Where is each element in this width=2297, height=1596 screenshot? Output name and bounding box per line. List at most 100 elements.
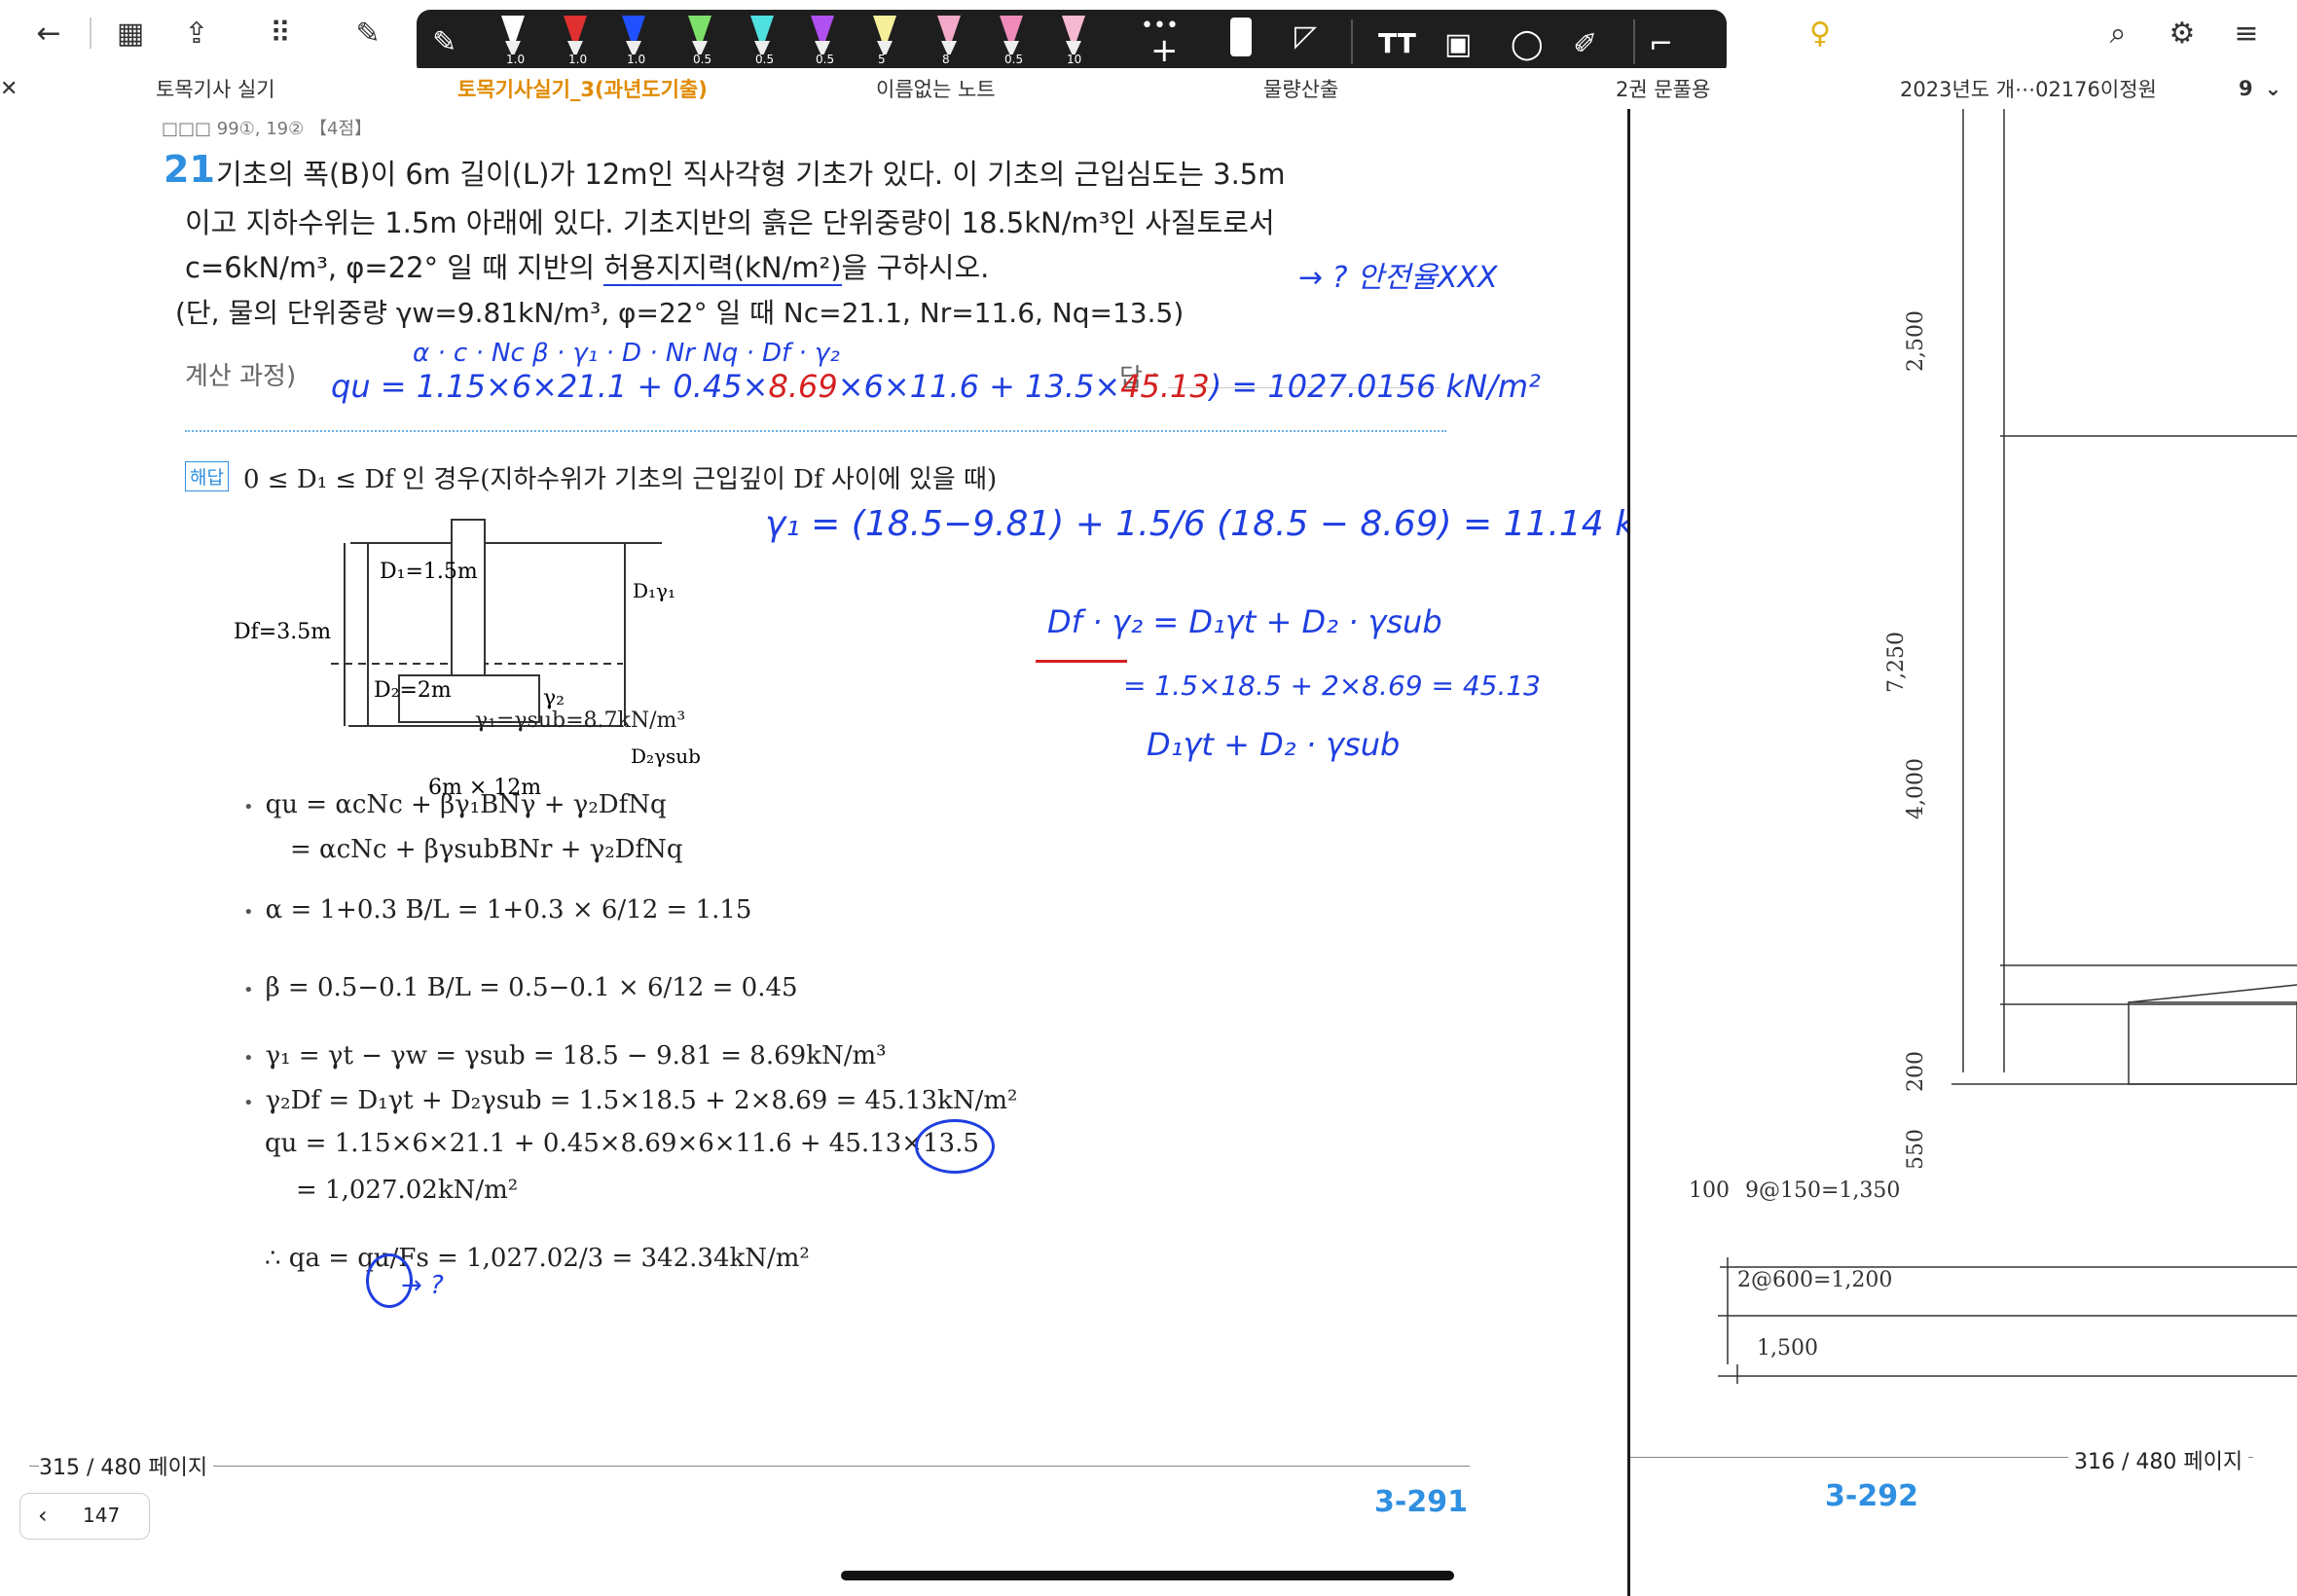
tab-3[interactable]: 물량산출 <box>1263 68 1338 109</box>
question-line-3c: 을 구하시오. <box>841 251 990 284</box>
fig-d2gsub: D₂γsub <box>631 744 701 768</box>
fig-df: Df=3.5m <box>234 620 331 644</box>
formula-qa: ∴ qa = qu/Fs = 1,027.02/3 = 342.34kN/m² <box>265 1244 810 1273</box>
ink-circle-13-5 <box>915 1119 995 1174</box>
tab-label: 토목기사실기_3(과년도기출) <box>457 78 708 101</box>
pen-4[interactable]: 0.5 <box>747 16 777 66</box>
pen-size-label: 5 <box>878 53 886 66</box>
tab-1[interactable]: 토목기사실기_3(과년도기출) <box>457 68 708 109</box>
pen-0[interactable]: 1.0 <box>498 16 528 66</box>
pen-toolbar-divider <box>1633 19 1635 64</box>
apps-icon[interactable]: ⠿ <box>259 14 302 53</box>
grid-view-icon[interactable]: ▦ <box>109 14 152 53</box>
tab-2[interactable]: 이름없는 노트 <box>876 68 996 109</box>
ink-df-line-1: Df · γ₂ = D₁γt + D₂ · γsub <box>1047 603 1442 640</box>
edit-page-icon[interactable]: ✎ <box>346 14 389 53</box>
fig-d1: D₁=1.5m <box>380 560 478 584</box>
formula-gamma2df: γ₂Df = D₁γt + D₂γsub = 1.5×18.5 + 2×8.69… <box>243 1086 1018 1115</box>
question-target: 허용지지력(kN/m²) <box>603 251 842 286</box>
pen-2[interactable]: 1.0 <box>619 16 648 66</box>
tab-overflow-close[interactable]: ✕ <box>0 68 18 109</box>
ink-red-underline <box>1036 660 1127 663</box>
tab-label: 2권 문풀용 <box>1616 78 1711 101</box>
dimension-label: 4,000 <box>1904 758 1928 819</box>
dimension-label: 2,500 <box>1904 310 1928 372</box>
page-number: 3-291 <box>1374 1485 1468 1519</box>
ruler-icon[interactable]: ◸ <box>1294 19 1317 54</box>
search-icon[interactable]: ⌕ <box>2096 14 2139 53</box>
dotted-separator <box>185 430 1446 432</box>
spacing-label: 2@600=1,200 <box>1737 1268 1892 1292</box>
pen-size-label: 0.5 <box>755 53 775 66</box>
share-icon[interactable]: ⇪ <box>175 14 218 53</box>
pen-size-label: 0.5 <box>1004 53 1024 66</box>
ink-qu-red-1: 8.69 <box>768 368 838 405</box>
tab-label: 이름없는 노트 <box>876 78 996 101</box>
pen-size-label: 0.5 <box>816 53 835 66</box>
formula-qu-calc: qu = 1.15×6×21.1 + 0.45×8.69×6×11.6 + 45… <box>265 1129 979 1158</box>
right-page[interactable]: 2,5007,2504,000200550A3D22A5D13S1D13A2D2… <box>1630 109 2297 1596</box>
pen-7[interactable]: 8 <box>934 16 964 66</box>
fig-g2: γ₂ <box>543 686 565 710</box>
pen-9[interactable]: 10 <box>1059 16 1088 66</box>
formula-alpha: α = 1+0.3 B/L = 1+0.3 × 6/12 = 1.15 <box>243 895 752 925</box>
text-tool-icon[interactable]: TT <box>1378 27 1416 59</box>
rebar-drawing: 2,5007,2504,000200550A3D22A5D13S1D13A2D2… <box>1689 109 2297 1384</box>
back-history-button[interactable]: ‹ 147 <box>19 1493 150 1540</box>
shape-tool-icon[interactable]: ⌐ <box>1649 27 1673 61</box>
footing-diagram: D₁=1.5m Df=3.5m D₂=2m 6m × 12m γ₂ D₁γ₁ D… <box>234 519 701 800</box>
left-page[interactable]: □□□ 99①, 19② 【4점】 21 기초의 폭(B)이 6m 길이(L)가… <box>0 109 1722 1596</box>
toolbar-divider <box>90 18 91 49</box>
pen-6[interactable]: 5 <box>870 16 899 66</box>
chevron-left-icon: ‹ <box>38 1502 48 1529</box>
question-history: □□□ 99①, 19② 【4점】 <box>162 119 373 139</box>
menu-icon[interactable]: ≡ <box>2225 14 2268 53</box>
tab-0[interactable]: 토목기사 실기 <box>156 68 275 109</box>
ink-labels: α · c · Nc β · γ₁ · D · Nr Nq · Df · γ₂ <box>413 339 840 368</box>
ink-qu-line: qu = 1.15×6×21.1 + 0.45×8.69×6×11.6 + 13… <box>331 368 1541 405</box>
page-counter: 316 / 480 페이지 <box>2068 1444 2249 1475</box>
pen-3[interactable]: 0.5 <box>685 16 714 66</box>
formula-qu-1: qu = αcNc + βγ₁BNγ + γ₂DfNq <box>243 790 667 819</box>
dimension-label: 200 <box>1904 1051 1928 1092</box>
laser-pointer-icon[interactable]: ✐ <box>1573 27 1597 61</box>
ink-gamma1-line: γ₁ = (18.5−9.81) + 1.5/6 (18.5 − 8.69) =… <box>765 504 1722 544</box>
tab-count[interactable]: 9 ⌄ <box>2239 68 2281 109</box>
pen-5[interactable]: 0.5 <box>808 16 837 66</box>
image-tool-icon[interactable]: ▣ <box>1444 27 1472 61</box>
back-arrow-icon[interactable]: ← <box>27 14 70 53</box>
spacing-label: 100 <box>1689 1179 1730 1203</box>
add-pen-icon[interactable]: + <box>1150 31 1179 70</box>
lasso-icon[interactable]: ◯ <box>1511 27 1544 61</box>
pen-tip-icon <box>873 16 896 43</box>
pen-toolbar-divider <box>1351 19 1353 64</box>
pen-8[interactable]: 0.5 <box>997 16 1026 66</box>
tab-count-label: 9 <box>2239 77 2253 100</box>
page-counter: 315 / 480 페이지 <box>39 1450 214 1481</box>
pen-size-label: 8 <box>942 53 950 66</box>
back-count: 147 <box>83 1504 121 1527</box>
pen-size-label: 1.0 <box>568 53 588 66</box>
dimension-label: 7,250 <box>1884 632 1909 693</box>
ink-note-safety: → ? 안전율XXX <box>1298 261 1498 295</box>
pen-select-icon[interactable]: ✎ <box>432 25 456 59</box>
spacing-label: 1,500 <box>1757 1336 1818 1360</box>
pen-tip-icon <box>622 16 645 43</box>
eraser-icon[interactable] <box>1230 18 1252 56</box>
tab-5[interactable]: 2023년도 개⋯02176이정원 <box>1900 68 2157 109</box>
pen-tip-icon <box>750 16 774 43</box>
tab-4[interactable]: 2권 문풀용 <box>1616 68 1710 109</box>
settings-icon[interactable]: ⚙ <box>2161 14 2204 53</box>
pen-1[interactable]: 1.0 <box>561 16 590 66</box>
ink-fs-arrow: → ? <box>401 1271 444 1300</box>
top-toolbar: ← ▦ ⇪ ⠿ ✎ ✎ 1.0 1.0 1.0 0.5 0.5 0.5 5 8 0.5 10 ••… <box>0 0 2297 78</box>
microphone-icon[interactable]: ♀ <box>1799 14 1841 53</box>
pen-tip-icon <box>1062 16 1085 43</box>
dimension-label: 550 <box>1904 1129 1928 1170</box>
calc-label: 계산 과정) <box>185 362 297 391</box>
question-line-4: (단, 물의 단위중량 γw=9.81kN/m³, φ=22° 일 때 Nc=2… <box>175 297 1185 329</box>
page-footer-rule <box>29 1466 1470 1467</box>
tab-bar: ✕ 토목기사 실기 ✕ 토목기사실기_3(과년도기출) ✕ 이름없는 노트 ✕ … <box>0 68 2297 177</box>
spacing-label: 9@150=1,350 <box>1745 1179 1900 1203</box>
tab-label: 2023년도 개⋯02176이정원 <box>1900 78 2157 101</box>
